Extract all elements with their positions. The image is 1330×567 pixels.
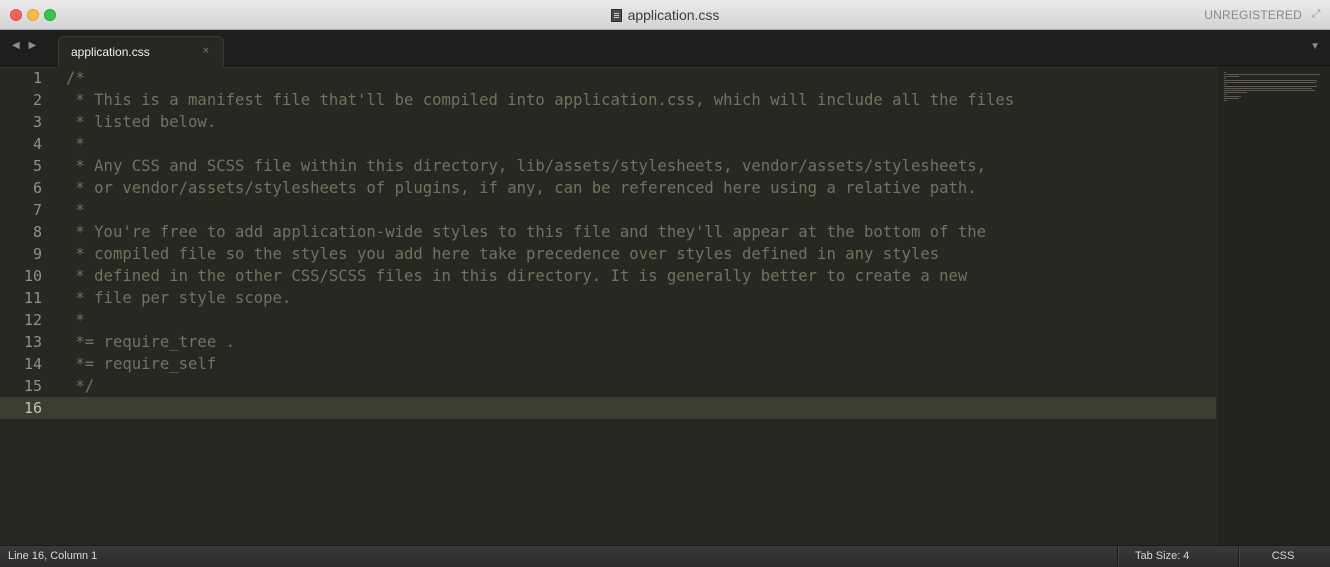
code-text[interactable]: *= require_self (66, 353, 216, 375)
status-bar: Line 16, Column 1 Tab Size: 4 CSS (0, 545, 1330, 567)
code-text[interactable]: * file per style scope. (66, 287, 291, 309)
minimap-line (1224, 82, 1316, 83)
code-editor[interactable]: 1/* 2 * This is a manifest file that'll b… (0, 66, 1330, 545)
status-divider (1117, 546, 1119, 567)
line-number: 4 (32, 135, 42, 153)
minimap-line (1224, 74, 1320, 75)
code-text[interactable]: * defined in the other CSS/SCSS files in… (66, 265, 967, 287)
line-number: 9 (32, 245, 42, 263)
code-line[interactable]: 7 * (0, 199, 1216, 221)
line-number: 14 (23, 355, 42, 373)
line-number: 2 (32, 91, 42, 109)
code-text[interactable]: * This is a manifest file that'll be com… (66, 89, 1014, 111)
line-number: 16 (23, 399, 42, 417)
code-line[interactable]: 9 * compiled file so the styles you add … (0, 243, 1216, 265)
code-line[interactable]: 15 */ (0, 375, 1216, 397)
minimap-line (1224, 86, 1317, 87)
code-line[interactable]: 14 *= require_self (0, 353, 1216, 375)
code-line[interactable]: 11 * file per style scope. (0, 287, 1216, 309)
code-line[interactable]: 5 * Any CSS and SCSS file within this di… (0, 155, 1216, 177)
tab-list-dropdown-icon[interactable]: ▼ (1310, 41, 1320, 52)
line-number: 1 (32, 69, 42, 87)
code-line[interactable]: 12 * (0, 309, 1216, 331)
tab-size-selector[interactable]: Tab Size: 4 (1135, 550, 1189, 562)
line-number: 15 (23, 377, 42, 395)
minimap-line (1224, 84, 1226, 85)
code-text[interactable]: * listed below. (66, 111, 216, 133)
code-text[interactable]: * or vendor/assets/stylesheets of plugin… (66, 177, 976, 199)
fullscreen-icon[interactable]: ⤢ (1310, 8, 1322, 20)
code-text[interactable]: * (66, 133, 84, 155)
minimap-line (1224, 78, 1226, 79)
code-text[interactable]: * Any CSS and SCSS file within this dire… (66, 155, 986, 177)
minimap-line (1224, 98, 1239, 99)
tab-bar: ◀ ▶ application.css × ▼ (0, 30, 1330, 66)
line-number: 5 (32, 157, 42, 175)
cursor-position: Line 16, Column 1 (8, 550, 98, 562)
registration-label: UNREGISTERED (1204, 8, 1302, 22)
code-line[interactable]: 13 *= require_tree . (0, 331, 1216, 353)
document-icon (610, 8, 622, 22)
code-line[interactable]: 8 * You're free to add application-wide … (0, 221, 1216, 243)
minimap-line (1224, 94, 1226, 95)
tab-navigation-arrows-icon[interactable]: ◀ ▶ (12, 40, 39, 51)
code-text[interactable]: * compiled file so the styles you add he… (66, 243, 939, 265)
code-text[interactable]: /* (66, 67, 85, 89)
code-line[interactable]: 6 * or vendor/assets/stylesheets of plug… (0, 177, 1216, 199)
tab-close-icon[interactable]: × (203, 45, 209, 57)
minimap-line (1224, 80, 1317, 81)
minimap-line (1224, 92, 1247, 93)
code-line[interactable]: 2 * This is a manifest file that'll be c… (0, 89, 1216, 111)
minimap-line (1224, 76, 1239, 77)
title-bar[interactable]: application.css UNREGISTERED ⤢ (0, 0, 1330, 30)
line-number: 10 (23, 267, 42, 285)
line-number: 12 (23, 311, 42, 329)
minimap-line (1224, 90, 1315, 91)
code-text[interactable]: *= require_tree . (66, 331, 235, 353)
code-text[interactable]: * (66, 309, 84, 331)
code-line[interactable]: 4 * (0, 133, 1216, 155)
tab-application-css[interactable]: application.css × (58, 36, 224, 66)
line-number: 13 (23, 333, 42, 351)
line-number: 6 (32, 179, 42, 197)
code-line[interactable]: 16 (0, 397, 1216, 419)
minimap-line (1224, 100, 1227, 101)
syntax-selector[interactable]: CSS (1258, 550, 1308, 562)
code-text[interactable]: * You're free to add application-wide st… (66, 221, 986, 243)
code-line[interactable]: 3 * listed below. (0, 111, 1216, 133)
code-line[interactable]: 10 * defined in the other CSS/SCSS files… (0, 265, 1216, 287)
minimap-line (1224, 88, 1312, 89)
code-text[interactable]: */ (66, 375, 94, 397)
code-text[interactable]: * (66, 199, 84, 221)
line-number: 3 (32, 113, 42, 131)
editor-window: application.css UNREGISTERED ⤢ ◀ ▶ appli… (0, 0, 1330, 567)
window-title-group: application.css (0, 0, 1330, 30)
status-divider (1238, 546, 1240, 567)
window-title: application.css (627, 7, 720, 23)
code-line[interactable]: 1 /* (0, 67, 1216, 89)
line-number: 8 (32, 223, 42, 241)
line-number: 11 (23, 289, 42, 307)
minimap[interactable] (1217, 66, 1330, 545)
minimap-line (1224, 72, 1226, 73)
tab-label: application.css (71, 45, 150, 59)
minimap-line (1224, 96, 1241, 97)
line-number: 7 (32, 201, 42, 219)
